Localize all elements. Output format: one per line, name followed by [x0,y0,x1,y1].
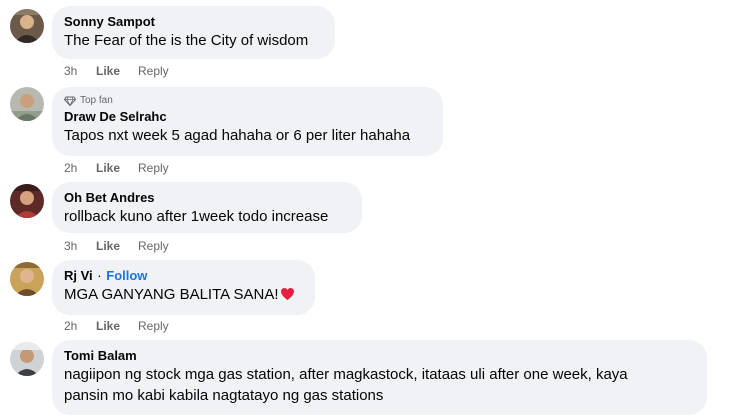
top-fan-label: Top fan [80,95,113,106]
follow-button[interactable]: Follow [106,268,147,283]
like-button[interactable]: Like [96,319,138,333]
avatar[interactable] [10,262,44,296]
reply-button[interactable]: Reply [138,64,169,78]
like-button[interactable]: Like [96,239,138,253]
avatar[interactable] [10,87,44,121]
separator-dot: · [97,268,102,283]
comment-bubble: Rj Vi · Follow MGA GANYANG BALITA SANA! [52,260,315,315]
avatar[interactable] [10,342,44,376]
comment-author[interactable]: Sonny Sampot [64,13,323,30]
comment-author[interactable]: Tomi Balam [64,347,695,364]
reply-button[interactable]: Reply [138,161,169,175]
comment-text-row: MGA GANYANG BALITA SANA! [64,284,303,305]
reply-button[interactable]: Reply [138,239,169,253]
comment-bubble: Tomi Balam nagiipon ng stock mga gas sta… [52,340,707,415]
comment-author[interactable]: Rj Vi [64,268,93,283]
diamond-icon [64,96,76,106]
comment-time[interactable]: 3h [64,64,96,78]
comment-text: The Fear of the is the City of wisdom [64,32,309,49]
avatar[interactable] [10,184,44,218]
comment-text-line-1: nagiipon ng stock mga gas station, after… [64,366,628,383]
comment-actions: 2h Like Reply [64,319,169,333]
comment-bubble: Top fan Draw De Selrahc Tapos nxt week 5… [52,87,443,156]
reply-button[interactable]: Reply [138,319,169,333]
comment-bubble: Oh Bet Andres rollback kuno after 1week … [52,182,362,233]
comment-text-line-2: pansin mo kabi kabila nagtatayo ng gas s… [64,387,384,404]
like-button[interactable]: Like [96,161,138,175]
comment-text: Tapos nxt week 5 agad hahaha or 6 per li… [64,127,411,144]
comment-text: MGA GANYANG BALITA SANA! [64,286,279,303]
comment-time[interactable]: 2h [64,161,96,175]
comment-actions: 3h Like Reply [64,239,169,253]
like-button[interactable]: Like [96,64,138,78]
comment-actions: 2h Like Reply [64,161,169,175]
comment-actions: 3h Like Reply [64,64,169,78]
red-heart-icon [280,288,294,300]
comment-time[interactable]: 3h [64,239,96,253]
comment-author[interactable]: Draw De Selrahc [64,108,431,125]
avatar[interactable] [10,9,44,43]
comment-text: rollback kuno after 1week todo increase [64,208,329,225]
comment-author[interactable]: Oh Bet Andres [64,189,350,206]
comment-time[interactable]: 2h [64,319,96,333]
top-fan-badge: Top fan [64,94,431,107]
comment-author-row: Rj Vi · Follow [64,267,303,284]
comment-bubble: Sonny Sampot The Fear of the is the City… [52,6,335,59]
